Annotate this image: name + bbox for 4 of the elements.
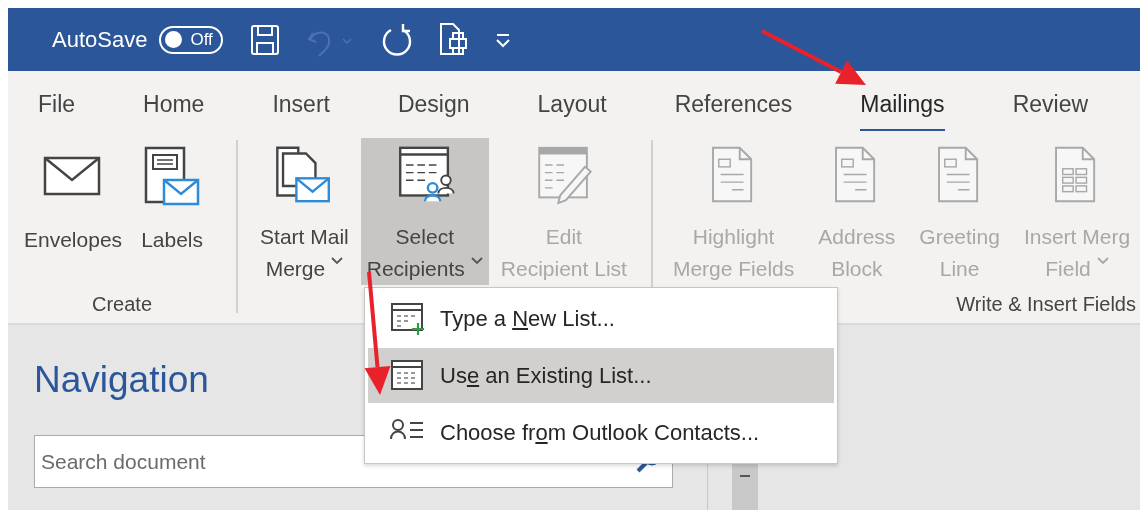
group-label: Create — [92, 292, 153, 316]
group-label: Write & Insert Fields — [956, 292, 1136, 316]
pane-title: Navigation — [34, 358, 209, 402]
autosave-label: AutoSave — [52, 26, 148, 53]
